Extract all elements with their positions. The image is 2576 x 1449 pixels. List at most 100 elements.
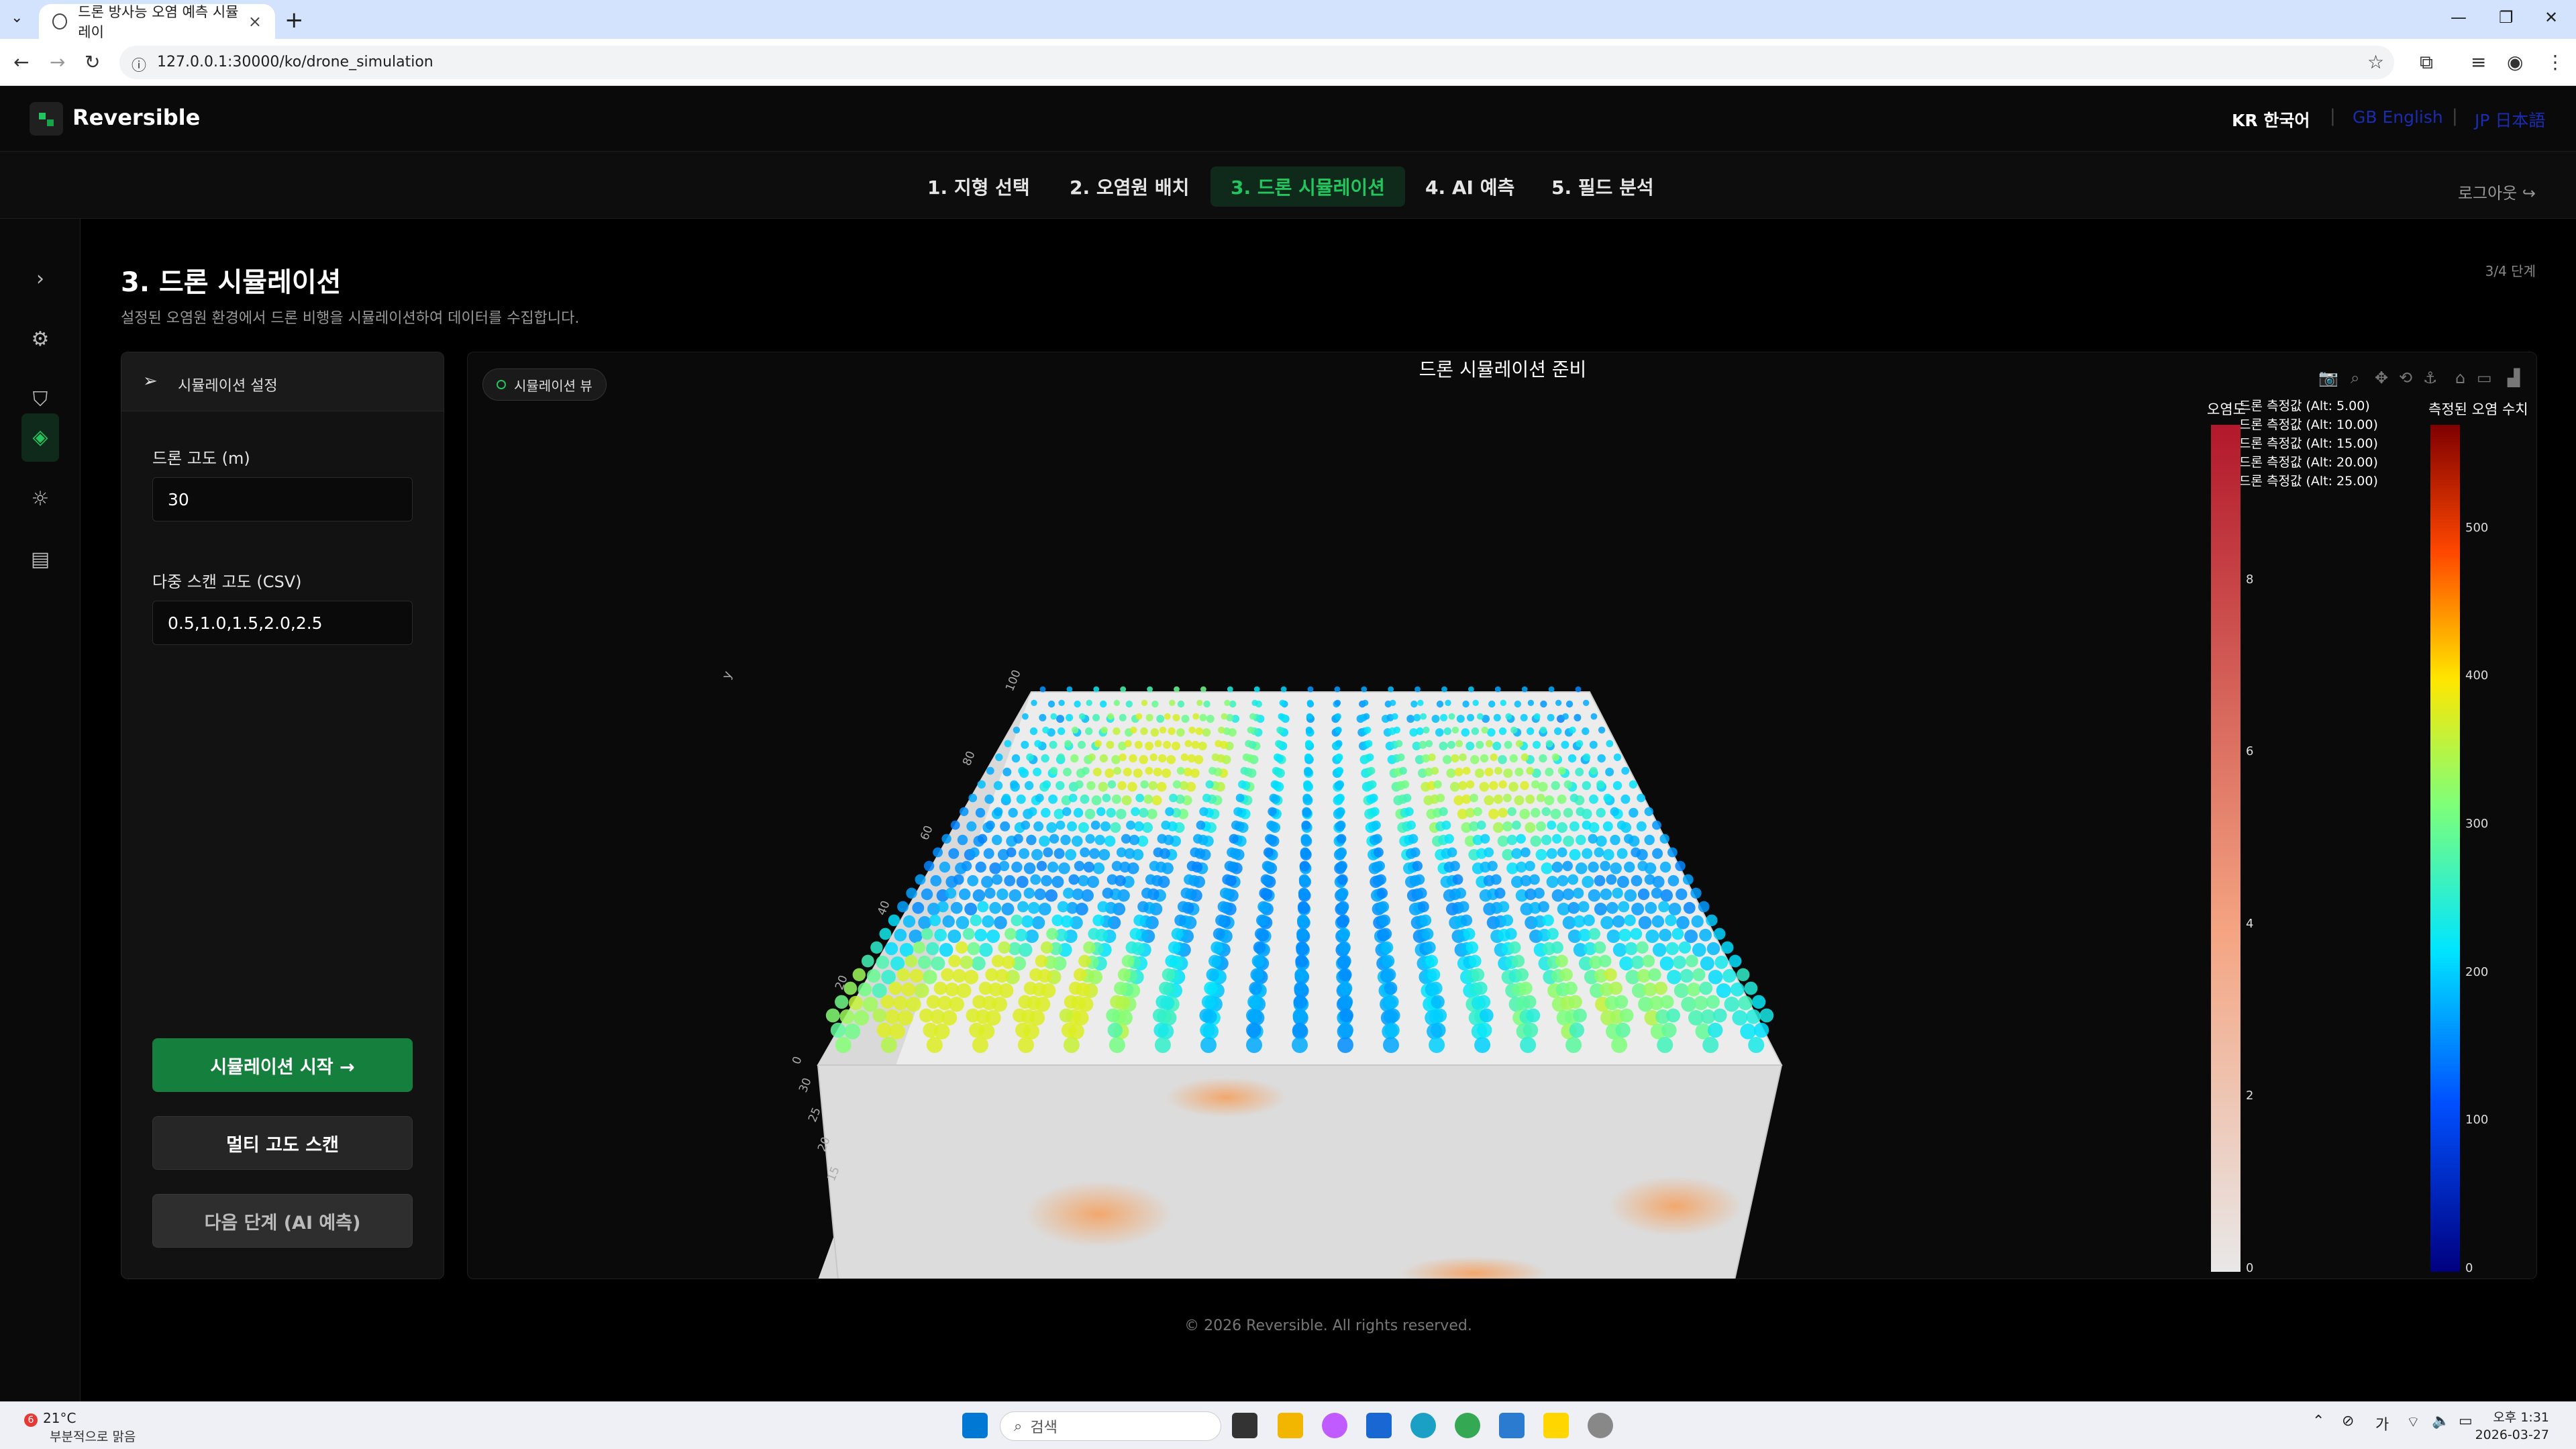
simulation-3d-plot[interactable]: y 020406080100 30252015 드론 측정값 (Alt: 5.0…: [468, 352, 2537, 1279]
legend-entry[interactable]: 드론 측정값 (Alt: 10.00): [2239, 417, 2378, 432]
media-icon[interactable]: ≡: [2471, 51, 2486, 73]
edge-icon[interactable]: [1410, 1413, 1436, 1438]
battery-icon[interactable]: ▭: [2459, 1413, 2473, 1430]
multi-altitude-input[interactable]: 0.5,1.0,1.5,2.0,2.5: [152, 601, 413, 645]
hover-icon[interactable]: ▭: [2477, 368, 2492, 387]
drone-measurement-point: [1479, 782, 1490, 792]
step-ai-predict[interactable]: 4. AI 예측: [1405, 166, 1535, 207]
brand-name[interactable]: Reversible: [72, 105, 200, 130]
legend-entry[interactable]: 드론 측정값 (Alt: 25.00): [2239, 474, 2378, 489]
drone-measurement-point: [1462, 700, 1470, 708]
close-tab-icon[interactable]: ×: [248, 12, 262, 31]
drone-measurement-point: [960, 955, 974, 969]
zoom-icon[interactable]: ⌕: [2351, 368, 2359, 387]
sun-icon[interactable]: ☼: [27, 486, 54, 513]
browser-tab[interactable]: 드론 방사능 오염 예측 시뮬레이 ×: [39, 4, 275, 40]
logo-icon[interactable]: [30, 102, 63, 136]
pan-icon[interactable]: ✥: [2375, 368, 2388, 387]
drone-measurement-point: [1439, 742, 1448, 750]
simulation-view-badge[interactable]: 시뮬레이션 뷰: [482, 368, 607, 401]
drone-measurement-point: [1525, 794, 1535, 804]
logout-button[interactable]: 로그아웃 ↪: [2458, 180, 2536, 203]
step-field-analysis[interactable]: 5. 필드 분석: [1531, 166, 1674, 207]
layers-icon[interactable]: ◈: [27, 424, 54, 451]
legend-entry[interactable]: 드론 측정값 (Alt: 15.00): [2239, 436, 2378, 451]
tab-search-icon[interactable]: ⌄: [11, 9, 23, 26]
drone-measurement-point: [1092, 767, 1102, 777]
minimize-icon[interactable]: —: [2451, 8, 2467, 27]
drone-measurement-point: [1081, 766, 1090, 775]
tray-chevron-icon[interactable]: ⌃: [2312, 1413, 2324, 1430]
address-bar[interactable]: [119, 46, 2394, 79]
volume-icon[interactable]: 🔈: [2432, 1413, 2450, 1430]
drone-measurement-point: [1541, 834, 1552, 846]
url-text[interactable]: 127.0.0.1:30000/ko/drone_simulation: [157, 54, 433, 70]
extensions-icon[interactable]: ⧉: [2420, 51, 2433, 74]
plotly-logo-icon[interactable]: ▟: [2508, 368, 2520, 387]
drone-measurement-point: [1055, 781, 1065, 791]
reload-icon[interactable]: ↻: [85, 51, 100, 73]
file-explorer-icon[interactable]: [1278, 1413, 1303, 1438]
menu-icon[interactable]: ⋮: [2546, 51, 2565, 73]
network-icon[interactable]: ⌔: [2406, 1413, 2420, 1432]
hotspot: [1608, 1176, 1743, 1236]
tray-app-icon[interactable]: ⊘: [2342, 1413, 2354, 1430]
drone-measurement-point: [1121, 834, 1131, 844]
settings-app-icon[interactable]: [1588, 1413, 1613, 1438]
home-icon[interactable]: ⌂: [2455, 368, 2465, 387]
drone-measurement-point: [876, 1022, 892, 1038]
profile-icon[interactable]: ◉: [2507, 51, 2523, 73]
legend-entry[interactable]: 드론 측정값 (Alt: 5.00): [2239, 399, 2370, 413]
site-info-icon[interactable]: ⓘ: [132, 54, 146, 75]
altitude-input[interactable]: 30: [152, 477, 413, 521]
drone-measurement-point: [1504, 928, 1517, 940]
task-view-icon[interactable]: [1232, 1413, 1257, 1438]
step-terrain[interactable]: 1. 지형 선택: [907, 166, 1050, 207]
ime-indicator[interactable]: 가: [2375, 1413, 2389, 1434]
lang-ko[interactable]: KR 한국어: [2232, 107, 2310, 132]
close-window-icon[interactable]: ✕: [2544, 8, 2558, 27]
copilot-icon[interactable]: [1322, 1413, 1347, 1438]
turntable-icon[interactable]: ⚓: [2423, 368, 2438, 387]
back-icon[interactable]: ←: [13, 51, 29, 73]
drone-measurement-point: [1133, 821, 1144, 832]
start-simulation-button[interactable]: 시뮬레이션 시작 →: [152, 1038, 413, 1092]
drone-measurement-point: [1098, 849, 1111, 860]
store-icon[interactable]: [1366, 1413, 1392, 1438]
drone-measurement-point: [1336, 807, 1345, 816]
drone-measurement-point: [939, 861, 951, 873]
orbit-icon[interactable]: ⟲: [2399, 368, 2412, 387]
chrome-icon[interactable]: [1455, 1413, 1480, 1438]
drone-measurement-point: [1017, 1037, 1034, 1053]
camera-icon[interactable]: 📷: [2318, 368, 2338, 387]
restore-icon[interactable]: ❐: [2499, 8, 2514, 27]
drone-measurement-point: [1106, 1008, 1121, 1023]
new-tab-button[interactable]: +: [285, 7, 304, 34]
taskbar-search[interactable]: ⌕ 검색: [1000, 1411, 1221, 1441]
next-step-button[interactable]: 다음 단계 (AI 예측): [152, 1194, 413, 1248]
step-source[interactable]: 2. 오염원 배치: [1049, 166, 1209, 207]
step-drone-sim[interactable]: 3. 드론 시뮬레이션: [1210, 166, 1405, 207]
drone-measurement-point: [1149, 860, 1160, 871]
settings-gear-icon[interactable]: ⚙: [27, 326, 54, 353]
drone-measurement-point: [1045, 889, 1058, 902]
multi-altitude-scan-button[interactable]: 멀티 고도 스캔: [152, 1116, 413, 1170]
windows-start-icon[interactable]: [962, 1413, 988, 1438]
forward-icon[interactable]: →: [50, 51, 65, 73]
drone-measurement-point: [972, 889, 986, 902]
drone-measurement-point: [1063, 887, 1074, 899]
vscode-icon[interactable]: [1499, 1413, 1525, 1438]
lang-en[interactable]: GB English: [2353, 107, 2443, 127]
expand-chevron-icon[interactable]: ›: [27, 266, 54, 293]
document-icon[interactable]: ▤: [27, 546, 54, 573]
drone-measurement-point: [1502, 821, 1513, 832]
kakaotalk-icon[interactable]: [1543, 1413, 1569, 1438]
shield-icon[interactable]: ⛉: [27, 387, 54, 413]
drone-measurement-point: [1057, 727, 1066, 736]
legend-entry[interactable]: 드론 측정값 (Alt: 20.00): [2239, 455, 2378, 470]
weather-widget[interactable]: 6 21°C 부분적으로 맑음: [24, 1410, 136, 1445]
drone-measurement-point: [1451, 754, 1459, 763]
bookmark-star-icon[interactable]: ☆: [2367, 51, 2384, 73]
clock[interactable]: 오후 1:31 2026-03-27: [2475, 1409, 2549, 1444]
lang-ja[interactable]: JP 日本語: [2475, 107, 2545, 132]
